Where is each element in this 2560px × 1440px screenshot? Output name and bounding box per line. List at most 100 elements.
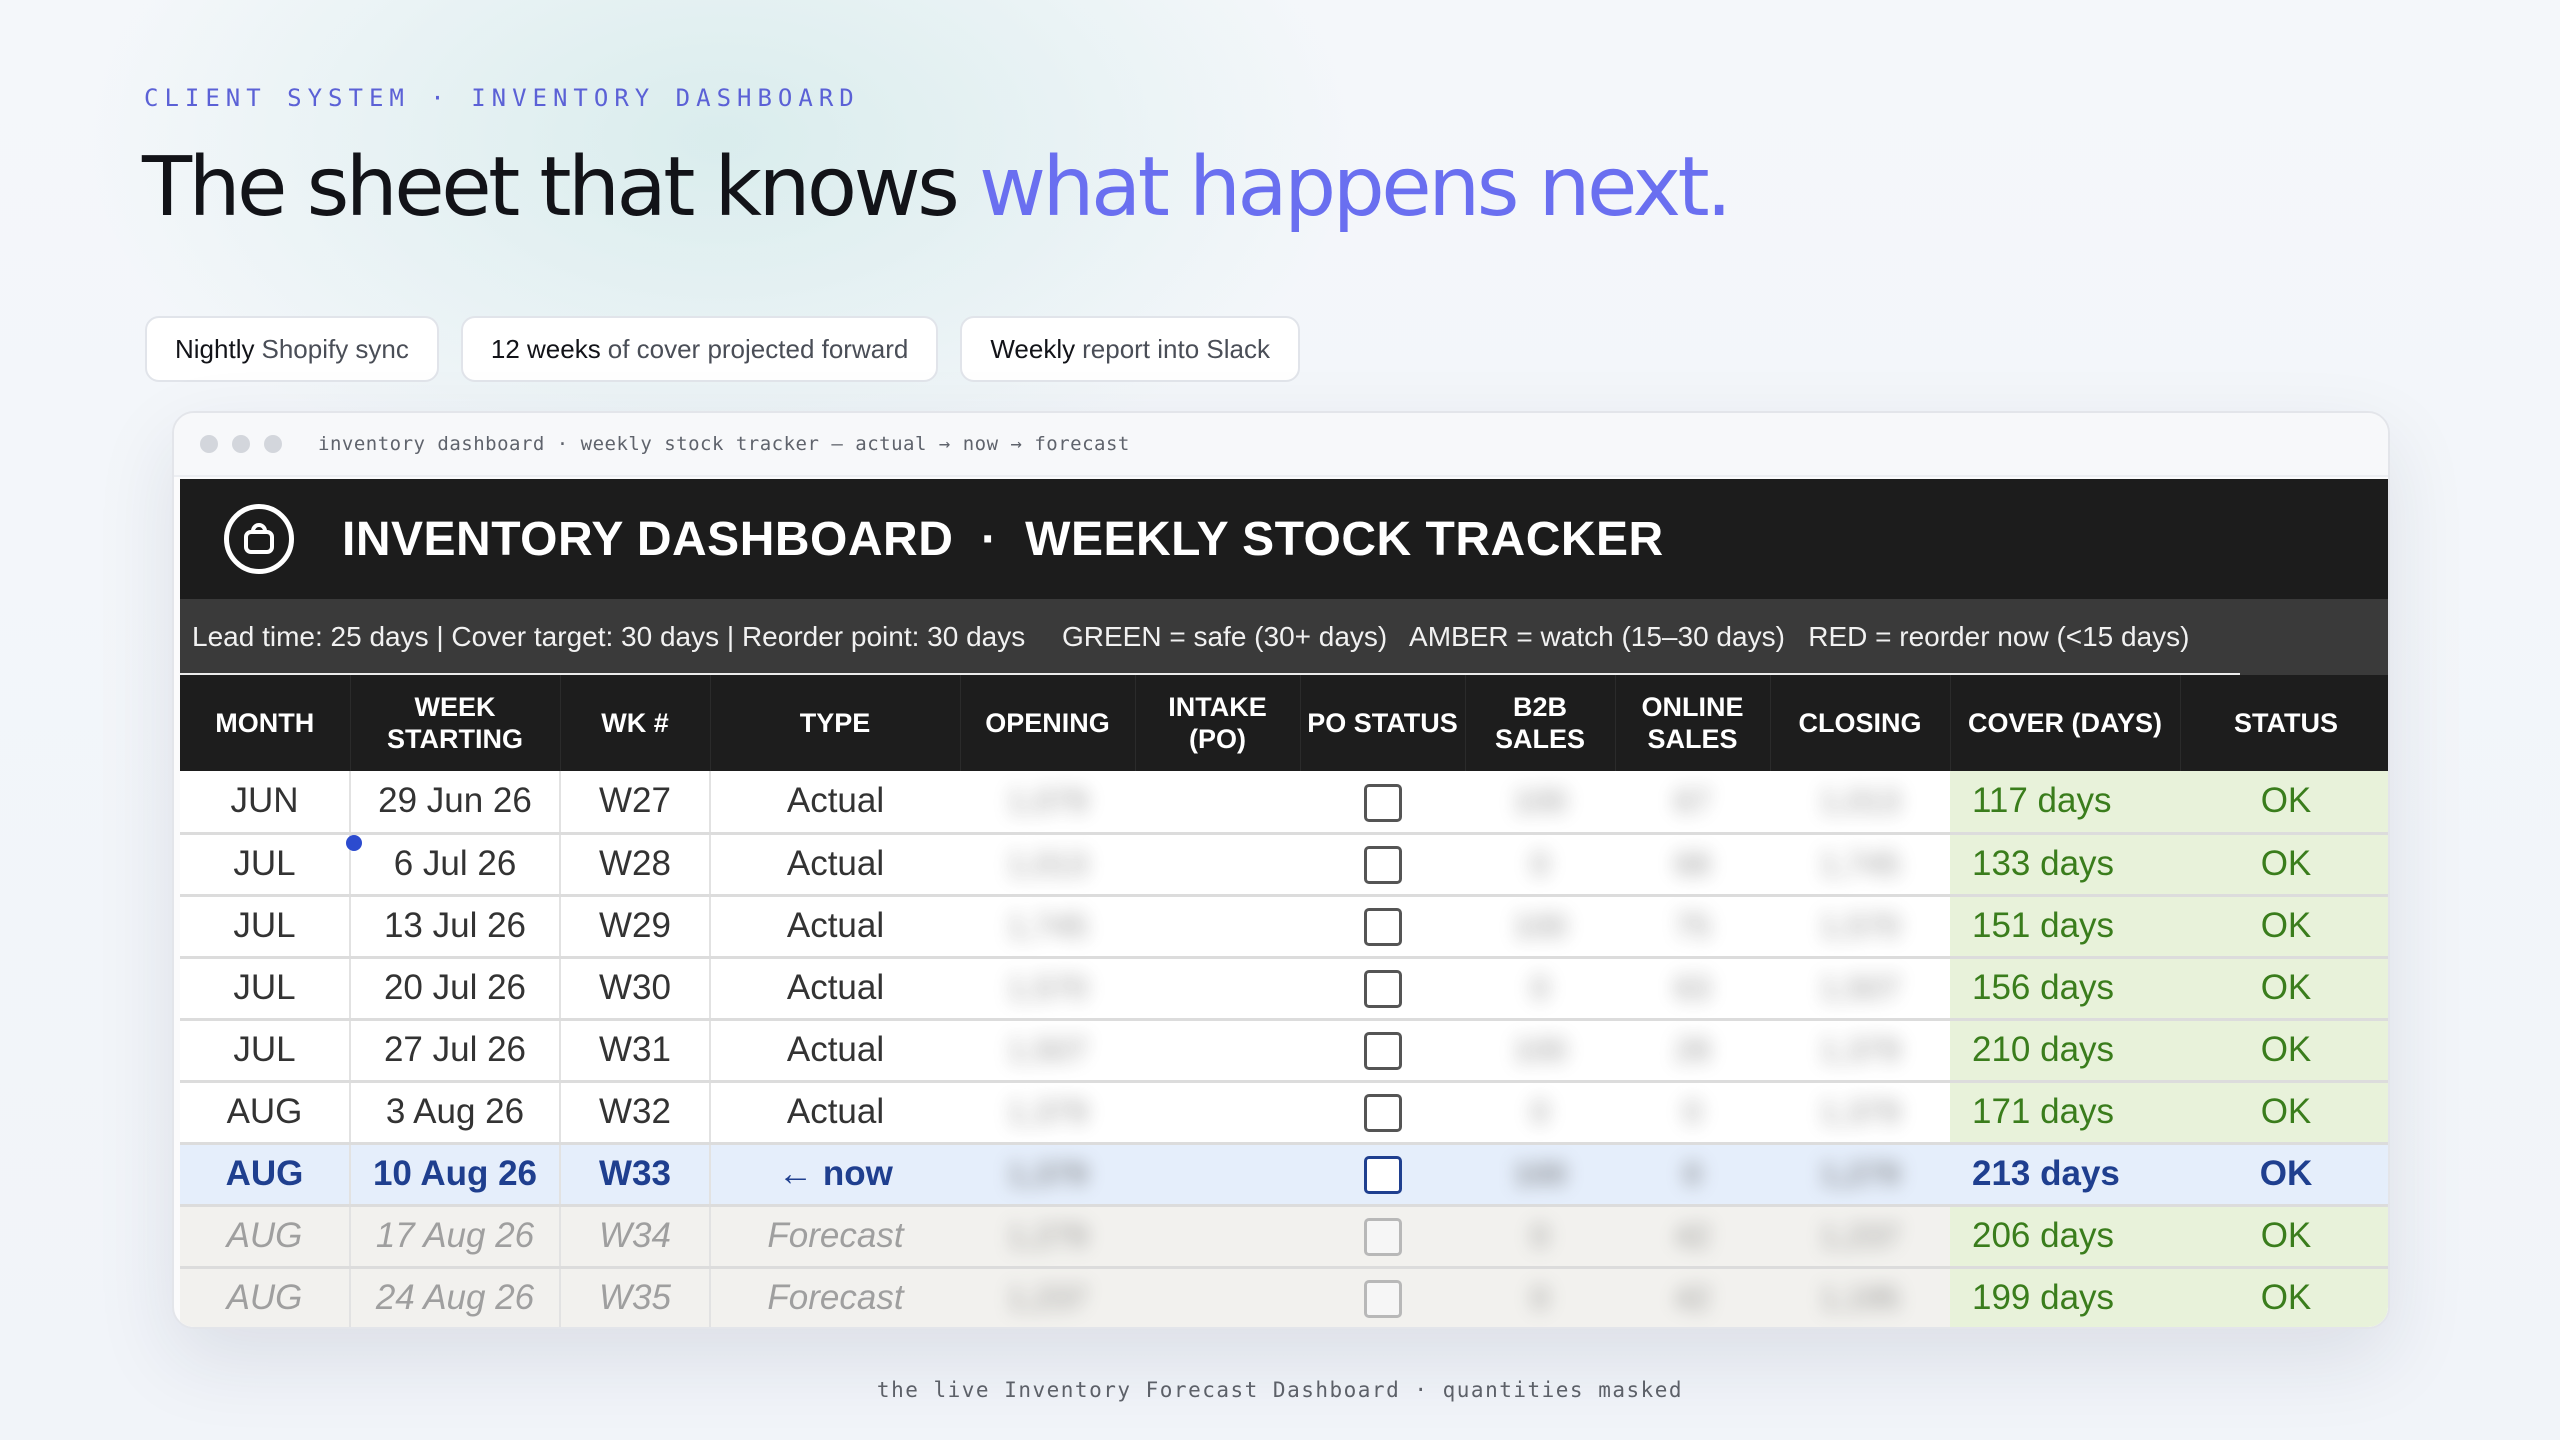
cell-b2b-sales[interactable]: 0: [1465, 1081, 1615, 1145]
cell-intake[interactable]: [1135, 1143, 1300, 1207]
cell-opening[interactable]: 1,570: [960, 957, 1135, 1021]
cell-b2b-sales[interactable]: 100: [1465, 771, 1615, 835]
cell-intake[interactable]: [1135, 771, 1300, 835]
cell-cover-days[interactable]: 213 days: [1950, 1143, 2180, 1207]
cell-opening[interactable]: 1,507: [960, 1019, 1135, 1083]
window-minimize-dot[interactable]: [232, 435, 250, 453]
cell-po-status[interactable]: [1300, 895, 1465, 959]
cell-type[interactable]: Actual: [710, 957, 960, 1021]
cell-online-sales[interactable]: 63: [1615, 957, 1770, 1021]
cell-week-number[interactable]: W33: [560, 1143, 711, 1207]
cell-type[interactable]: Actual: [710, 895, 960, 959]
cell-month[interactable]: AUG: [180, 1143, 351, 1207]
cell-type[interactable]: Actual: [710, 833, 960, 897]
cell-b2b-sales[interactable]: 0: [1465, 957, 1615, 1021]
status-badge[interactable]: OK: [2180, 895, 2388, 959]
cell-month[interactable]: JUN: [180, 771, 351, 835]
cell-closing[interactable]: 1,379: [1770, 1081, 1950, 1145]
cell-type[interactable]: Actual: [710, 771, 960, 835]
column-header-po-status[interactable]: PO STATUS: [1300, 675, 1466, 771]
cell-online-sales[interactable]: 0: [1615, 1143, 1770, 1207]
column-header-opening[interactable]: OPENING: [960, 675, 1136, 771]
cell-week-starting[interactable]: 24 Aug 26: [350, 1267, 561, 1327]
cell-online-sales[interactable]: 42: [1615, 1205, 1770, 1269]
cell-opening[interactable]: 1,279: [960, 1205, 1135, 1269]
column-header-intake-po[interactable]: INTAKE (PO): [1135, 675, 1301, 771]
column-header-b2b-sales[interactable]: B2B SALES: [1465, 675, 1616, 771]
cell-intake[interactable]: [1135, 895, 1300, 959]
cell-month[interactable]: AUG: [180, 1205, 351, 1269]
cell-intake[interactable]: [1135, 1267, 1300, 1327]
cell-cover-days[interactable]: 210 days: [1950, 1019, 2180, 1083]
cell-opening[interactable]: 1,745: [960, 895, 1135, 959]
cell-cover-days[interactable]: 151 days: [1950, 895, 2180, 959]
cell-type[interactable]: Actual: [710, 1081, 960, 1145]
cell-po-status[interactable]: [1300, 771, 1465, 835]
cell-week-number[interactable]: W28: [560, 833, 711, 897]
po-status-checkbox[interactable]: [1363, 970, 1402, 1009]
cell-week-number[interactable]: W30: [560, 957, 711, 1021]
cell-week-number[interactable]: W27: [560, 771, 711, 835]
window-zoom-dot[interactable]: [264, 435, 282, 453]
cell-online-sales[interactable]: 75: [1615, 895, 1770, 959]
cell-week-starting[interactable]: 10 Aug 26: [350, 1143, 561, 1207]
status-badge[interactable]: OK: [2180, 1267, 2388, 1327]
cell-closing[interactable]: 1,379: [1770, 1019, 1950, 1083]
cell-b2b-sales[interactable]: 0: [1465, 1205, 1615, 1269]
cell-opening[interactable]: 1,013: [960, 833, 1135, 897]
cell-closing[interactable]: 1,570: [1770, 895, 1950, 959]
cell-online-sales[interactable]: 42: [1615, 1267, 1770, 1327]
po-status-checkbox[interactable]: [1363, 1218, 1402, 1257]
status-badge[interactable]: OK: [2180, 1081, 2388, 1145]
column-header-status[interactable]: STATUS: [2180, 675, 2388, 771]
cell-month[interactable]: AUG: [180, 1267, 351, 1327]
cell-cover-days[interactable]: 117 days: [1950, 771, 2180, 835]
cell-type[interactable]: Forecast: [710, 1205, 960, 1269]
po-status-checkbox[interactable]: [1363, 1094, 1402, 1133]
cell-cover-days[interactable]: 199 days: [1950, 1267, 2180, 1327]
column-header-month[interactable]: MONTH: [180, 675, 351, 771]
po-status-checkbox[interactable]: [1363, 908, 1402, 947]
status-badge[interactable]: OK: [2180, 1019, 2388, 1083]
po-status-checkbox[interactable]: [1363, 1032, 1402, 1071]
cell-month[interactable]: JUL: [180, 957, 351, 1021]
cell-b2b-sales[interactable]: 0: [1465, 1267, 1615, 1327]
cell-week-starting[interactable]: 20 Jul 26: [350, 957, 561, 1021]
status-badge[interactable]: OK: [2180, 957, 2388, 1021]
cell-type[interactable]: ← now: [710, 1143, 960, 1207]
cell-intake[interactable]: [1135, 1205, 1300, 1269]
column-header-wk[interactable]: WK #: [560, 675, 711, 771]
po-status-checkbox[interactable]: [1363, 783, 1402, 822]
cell-month[interactable]: AUG: [180, 1081, 351, 1145]
cell-intake[interactable]: [1135, 1081, 1300, 1145]
cell-po-status[interactable]: [1300, 1267, 1465, 1327]
cell-b2b-sales[interactable]: 100: [1465, 895, 1615, 959]
cell-week-starting[interactable]: 29 Jun 26: [350, 771, 561, 835]
cell-closing[interactable]: 1,745: [1770, 833, 1950, 897]
cell-po-status[interactable]: [1300, 1205, 1465, 1269]
cell-closing[interactable]: 1,507: [1770, 957, 1950, 1021]
column-header-cover-days[interactable]: COVER (DAYS): [1950, 675, 2181, 771]
cell-type[interactable]: Forecast: [710, 1267, 960, 1327]
cell-week-starting[interactable]: 13 Jul 26: [350, 895, 561, 959]
po-status-checkbox[interactable]: [1363, 1156, 1402, 1195]
cell-po-status[interactable]: [1300, 1019, 1465, 1083]
cell-week-starting[interactable]: 3 Aug 26: [350, 1081, 561, 1145]
cell-closing[interactable]: 1,195: [1770, 1267, 1950, 1327]
po-status-checkbox[interactable]: [1363, 1280, 1402, 1319]
cell-month[interactable]: JUL: [180, 895, 351, 959]
status-badge[interactable]: OK: [2180, 1205, 2388, 1269]
cell-cover-days[interactable]: 171 days: [1950, 1081, 2180, 1145]
cell-week-starting[interactable]: 27 Jul 26: [350, 1019, 561, 1083]
column-header-closing[interactable]: CLOSING: [1770, 675, 1951, 771]
cell-b2b-sales[interactable]: 0: [1465, 833, 1615, 897]
cell-b2b-sales[interactable]: 100: [1465, 1143, 1615, 1207]
cell-week-number[interactable]: W31: [560, 1019, 711, 1083]
cell-week-starting[interactable]: 17 Aug 26: [350, 1205, 561, 1269]
cell-intake[interactable]: [1135, 957, 1300, 1021]
cell-intake[interactable]: [1135, 1019, 1300, 1083]
cell-closing[interactable]: 1,279: [1770, 1143, 1950, 1207]
window-close-dot[interactable]: [200, 435, 218, 453]
cell-opening[interactable]: 1,379: [960, 1143, 1135, 1207]
cell-type[interactable]: Actual: [710, 1019, 960, 1083]
